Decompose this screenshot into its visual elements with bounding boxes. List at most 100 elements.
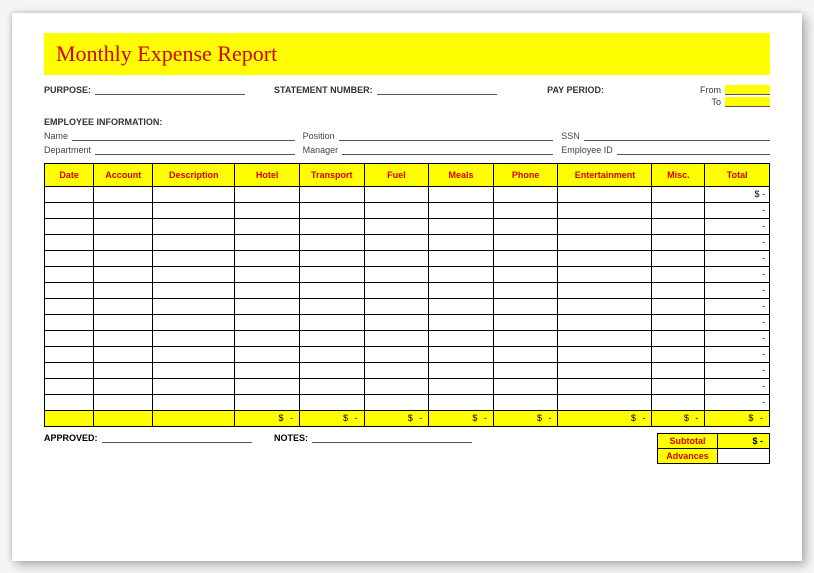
grid-cell[interactable] [45, 282, 94, 298]
grid-cell[interactable] [299, 330, 364, 346]
grid-cell[interactable] [429, 362, 494, 378]
grid-cell[interactable] [652, 250, 705, 266]
grid-cell[interactable] [94, 394, 153, 410]
grid-cell[interactable] [364, 282, 429, 298]
grid-cell[interactable] [493, 314, 558, 330]
grid-cell[interactable] [364, 234, 429, 250]
grid-cell[interactable] [299, 202, 364, 218]
grid-cell[interactable] [235, 362, 300, 378]
grid-cell[interactable] [94, 186, 153, 202]
grid-cell[interactable] [493, 218, 558, 234]
grid-cell[interactable] [493, 250, 558, 266]
grid-cell[interactable] [429, 346, 494, 362]
grid-cell[interactable] [45, 394, 94, 410]
grid-cell[interactable] [235, 202, 300, 218]
grid-cell[interactable] [235, 186, 300, 202]
grid-cell[interactable] [558, 218, 652, 234]
grid-cell[interactable] [235, 314, 300, 330]
manager-field[interactable] [342, 145, 553, 155]
grid-cell[interactable] [493, 234, 558, 250]
grid-cell[interactable] [299, 234, 364, 250]
grid-cell[interactable] [235, 378, 300, 394]
grid-cell[interactable] [364, 266, 429, 282]
grid-cell[interactable] [94, 202, 153, 218]
grid-cell[interactable] [299, 266, 364, 282]
grid-cell[interactable] [45, 362, 94, 378]
grid-cell[interactable] [299, 378, 364, 394]
grid-cell[interactable] [153, 362, 235, 378]
grid-cell[interactable] [493, 298, 558, 314]
grid-cell[interactable] [429, 298, 494, 314]
grid-cell[interactable] [558, 202, 652, 218]
approved-field[interactable] [102, 433, 252, 443]
grid-cell[interactable] [558, 378, 652, 394]
advances-value[interactable] [718, 448, 770, 463]
grid-cell[interactable] [94, 314, 153, 330]
grid-cell[interactable] [558, 314, 652, 330]
grid-cell[interactable] [652, 346, 705, 362]
grid-cell[interactable] [652, 202, 705, 218]
grid-cell[interactable] [429, 314, 494, 330]
grid-cell[interactable] [235, 346, 300, 362]
grid-cell[interactable] [652, 298, 705, 314]
grid-cell[interactable] [364, 362, 429, 378]
grid-cell[interactable] [429, 234, 494, 250]
grid-cell[interactable] [652, 362, 705, 378]
grid-cell[interactable] [235, 266, 300, 282]
grid-cell[interactable] [429, 266, 494, 282]
grid-cell[interactable] [45, 234, 94, 250]
grid-cell[interactable] [45, 346, 94, 362]
grid-cell[interactable] [235, 234, 300, 250]
grid-cell[interactable] [45, 266, 94, 282]
ssn-field[interactable] [584, 131, 770, 141]
grid-cell[interactable] [493, 362, 558, 378]
notes-field[interactable] [312, 433, 472, 443]
grid-cell[interactable] [45, 314, 94, 330]
grid-cell[interactable] [299, 346, 364, 362]
grid-cell[interactable] [558, 346, 652, 362]
grid-cell[interactable] [364, 394, 429, 410]
grid-cell[interactable] [652, 234, 705, 250]
grid-cell[interactable] [299, 282, 364, 298]
grid-cell[interactable] [429, 250, 494, 266]
grid-cell[interactable] [299, 218, 364, 234]
department-field[interactable] [95, 145, 295, 155]
grid-cell[interactable] [45, 298, 94, 314]
grid-cell[interactable] [45, 330, 94, 346]
grid-cell[interactable] [153, 394, 235, 410]
grid-cell[interactable] [493, 394, 558, 410]
grid-cell[interactable] [493, 330, 558, 346]
grid-cell[interactable] [364, 378, 429, 394]
grid-cell[interactable] [153, 250, 235, 266]
grid-cell[interactable] [153, 378, 235, 394]
grid-cell[interactable] [153, 218, 235, 234]
grid-cell[interactable] [429, 202, 494, 218]
grid-cell[interactable] [429, 186, 494, 202]
grid-cell[interactable] [429, 378, 494, 394]
grid-cell[interactable] [558, 298, 652, 314]
grid-cell[interactable] [45, 186, 94, 202]
grid-cell[interactable] [153, 346, 235, 362]
grid-cell[interactable] [153, 330, 235, 346]
grid-cell[interactable] [299, 394, 364, 410]
grid-cell[interactable] [45, 202, 94, 218]
grid-cell[interactable] [429, 218, 494, 234]
grid-cell[interactable] [558, 330, 652, 346]
to-field[interactable] [725, 97, 770, 107]
grid-cell[interactable] [652, 282, 705, 298]
grid-cell[interactable] [299, 314, 364, 330]
grid-cell[interactable] [94, 362, 153, 378]
grid-cell[interactable] [153, 282, 235, 298]
grid-cell[interactable] [299, 250, 364, 266]
grid-cell[interactable] [299, 298, 364, 314]
position-field[interactable] [339, 131, 554, 141]
grid-cell[interactable] [153, 186, 235, 202]
grid-cell[interactable] [94, 298, 153, 314]
grid-cell[interactable] [364, 330, 429, 346]
grid-cell[interactable] [235, 282, 300, 298]
grid-cell[interactable] [558, 250, 652, 266]
grid-cell[interactable] [493, 202, 558, 218]
grid-cell[interactable] [94, 218, 153, 234]
grid-cell[interactable] [652, 314, 705, 330]
grid-cell[interactable] [235, 250, 300, 266]
